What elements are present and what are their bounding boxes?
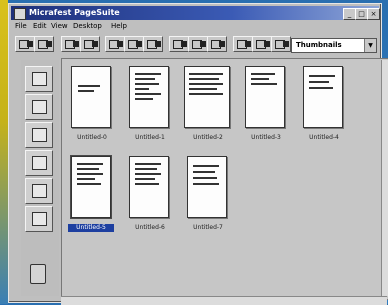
rotate-icon[interactable]: [207, 36, 227, 52]
vertical-scrollbar[interactable]: [381, 60, 388, 296]
window-title: Micrafest PageSuite: [29, 8, 120, 17]
page-preview: [129, 156, 169, 218]
menu-file[interactable]: File: [15, 21, 27, 32]
app-icon[interactable]: [14, 8, 26, 20]
page-preview: [184, 66, 230, 128]
thumbnail-untitled-5[interactable]: [68, 153, 114, 221]
menu-desktop[interactable]: Desktop: [73, 21, 102, 32]
thumbnail-untitled-1[interactable]: [126, 63, 172, 131]
thumbnail-untitled-2[interactable]: [184, 63, 230, 131]
printer-icon[interactable]: [34, 36, 54, 52]
page-preview: [71, 66, 111, 128]
cut-icon[interactable]: [233, 36, 253, 52]
fax-machine-icon[interactable]: [25, 66, 53, 92]
thumbnail-untitled-6[interactable]: [126, 153, 172, 221]
tool-icon[interactable]: [143, 36, 163, 52]
title-bar[interactable]: Micrafest PageSuite _ □ ×: [11, 6, 380, 20]
merge-icon[interactable]: [188, 36, 208, 52]
thumbnail-label: Untitled-6: [135, 224, 165, 231]
thumbnail-label: Untitled-3: [251, 134, 281, 141]
copy-icon[interactable]: [80, 36, 100, 52]
fax-icon[interactable]: [15, 36, 35, 52]
thumbnail-label: Untitled-4: [309, 134, 339, 141]
page-preview: [129, 66, 169, 128]
thumbnail-label-selected: Untitled-5: [68, 224, 114, 232]
mail-icon[interactable]: [25, 178, 53, 204]
thumbnail-untitled-3[interactable]: [242, 63, 288, 131]
menu-edit[interactable]: Edit: [33, 21, 47, 32]
page-preview: [187, 156, 227, 218]
attachment-icon[interactable]: [25, 206, 53, 232]
split-icon[interactable]: [169, 36, 189, 52]
app-window: Micrafest PageSuite _ □ × File Edit View…: [8, 3, 388, 305]
thumbnail-label: Untitled-2: [193, 134, 223, 141]
chevron-down-icon[interactable]: ▼: [364, 39, 376, 52]
close-button[interactable]: ×: [367, 8, 380, 20]
thumbnail-label: Untitled-0: [77, 134, 107, 141]
view-mode-select[interactable]: Thumbnails ▼: [291, 38, 377, 53]
flag-icon[interactable]: [271, 36, 291, 52]
trash-icon[interactable]: [30, 264, 46, 284]
thumbnail-label: Untitled-7: [193, 224, 223, 231]
thumbnail-untitled-7[interactable]: [184, 153, 230, 221]
page-icon[interactable]: [105, 36, 125, 52]
page-preview: [245, 66, 285, 128]
menu-bar: File Edit View Desktop Help: [11, 21, 379, 32]
stamp-icon[interactable]: [252, 36, 272, 52]
thumbnail-untitled-4[interactable]: [300, 63, 346, 131]
pen-icon[interactable]: [25, 150, 53, 176]
printer-icon[interactable]: [25, 94, 53, 120]
scanner-icon[interactable]: [25, 122, 53, 148]
thumbnail-pane: Untitled-0 Untitled-1 Untitled-2 Untitle…: [61, 58, 388, 300]
thumbnail-label: Untitled-1: [135, 134, 165, 141]
menu-help[interactable]: Help: [111, 21, 127, 32]
sidebar: [21, 60, 59, 296]
zoom-icon[interactable]: [124, 36, 144, 52]
page-preview: [303, 66, 343, 128]
desktop-edge-left: [0, 0, 8, 304]
page-preview: [70, 155, 112, 219]
view-mode-value: Thumbnails: [296, 41, 342, 49]
menu-view[interactable]: View: [51, 21, 68, 32]
scanner-icon[interactable]: [61, 36, 81, 52]
thumbnail-untitled-0[interactable]: [68, 63, 114, 131]
